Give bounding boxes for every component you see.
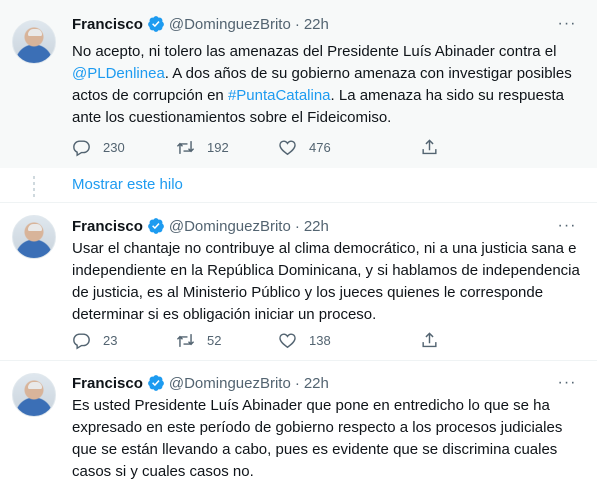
thread-connector-line (33, 176, 35, 198)
separator-dot: · (294, 217, 300, 235)
share-button[interactable] (420, 331, 451, 350)
author-name[interactable]: Francisco (72, 16, 143, 33)
tweet-time[interactable]: 22h (304, 218, 329, 235)
more-icon[interactable]: ··· (555, 216, 579, 236)
mention-link[interactable]: @PLDenlinea (72, 65, 165, 82)
separator-dot: · (294, 374, 300, 392)
show-thread-link[interactable]: Mostrar este hilo (72, 176, 183, 193)
retweet-icon (176, 333, 195, 347)
author-name[interactable]: Francisco (72, 218, 143, 235)
like-button[interactable]: 138 (278, 331, 420, 350)
author-handle[interactable]: @DominguezBrito (169, 375, 291, 392)
tweet-text: No acepto, ni tolero las amenazas del Pr… (72, 41, 582, 129)
tweet-2[interactable]: Francisco @DominguezBrito · 22h ··· Usar… (0, 203, 597, 359)
author-name[interactable]: Francisco (72, 375, 143, 392)
tweet-header: Francisco @DominguezBrito · 22h (72, 373, 329, 393)
separator-dot: · (294, 15, 300, 33)
avatar[interactable] (12, 20, 56, 64)
retweet-icon (176, 140, 195, 154)
share-button[interactable] (420, 138, 451, 157)
reply-count: 23 (103, 332, 118, 348)
like-icon (279, 139, 296, 155)
like-button[interactable]: 476 (278, 138, 420, 157)
like-icon (279, 332, 296, 348)
avatar[interactable] (12, 373, 56, 417)
share-icon (422, 331, 437, 347)
tweet-time[interactable]: 22h (304, 375, 329, 392)
tweet-text: Usar el chantaje no contribuye al clima … (72, 240, 580, 323)
retweet-button[interactable]: 52 (176, 331, 278, 350)
tweet-text: Es usted Presidente Luís Abinader que po… (72, 397, 563, 479)
tweet-header: Francisco @DominguezBrito · 22h (72, 14, 329, 34)
like-count: 138 (309, 332, 331, 348)
reply-button[interactable]: 23 (72, 331, 176, 350)
reply-count: 230 (103, 139, 125, 155)
tweet-1[interactable]: Francisco @DominguezBrito · 22h ··· No a… (0, 0, 597, 168)
retweet-count: 52 (207, 332, 222, 348)
author-handle[interactable]: @DominguezBrito (169, 16, 291, 33)
reply-icon (73, 332, 90, 349)
retweet-count: 192 (207, 139, 229, 155)
verified-badge-icon (148, 375, 164, 391)
avatar[interactable] (12, 215, 56, 259)
hashtag-link[interactable]: #PuntaCatalina (228, 87, 331, 104)
verified-badge-icon (148, 218, 164, 234)
retweet-button[interactable]: 192 (176, 138, 278, 157)
tweet-header: Francisco @DominguezBrito · 22h (72, 216, 329, 236)
reply-button[interactable]: 230 (72, 138, 176, 157)
reply-icon (73, 139, 90, 156)
tweet-text-segment: No acepto, ni tolero las amenazas del Pr… (72, 43, 557, 60)
tweet-actions: 230 192 476 (72, 136, 512, 158)
verified-badge-icon (148, 16, 164, 32)
share-icon (422, 138, 437, 154)
tweet-time[interactable]: 22h (304, 16, 329, 33)
more-icon[interactable]: ··· (555, 14, 579, 34)
tweet-3[interactable]: Francisco @DominguezBrito · 22h ··· Es u… (0, 361, 597, 479)
like-count: 476 (309, 139, 331, 155)
tweet-actions: 23 52 138 (72, 329, 512, 351)
more-icon[interactable]: ··· (555, 373, 579, 393)
author-handle[interactable]: @DominguezBrito (169, 218, 291, 235)
